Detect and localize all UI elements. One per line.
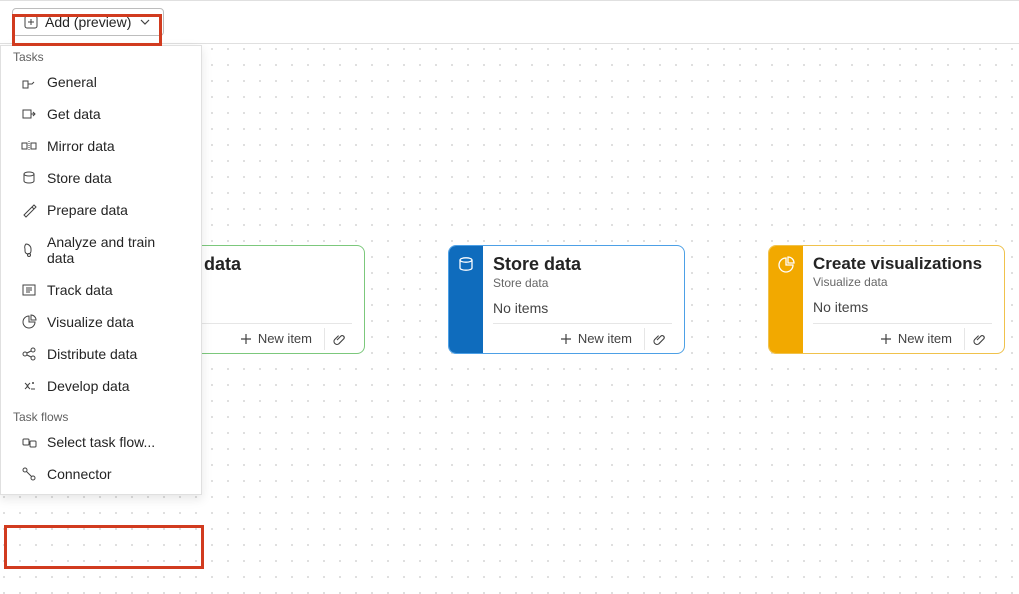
dropdown-section-task-flows: Task flows <box>1 406 201 426</box>
menu-item-get-data[interactable]: Get data <box>1 98 201 130</box>
distribute-icon <box>21 346 37 362</box>
visualize-icon <box>21 314 37 330</box>
new-item-button-visualize[interactable]: New item <box>880 331 952 346</box>
menu-item-connector[interactable]: Connector <box>1 458 201 490</box>
menu-item-label: Visualize data <box>47 314 134 330</box>
menu-item-label: Mirror data <box>47 138 115 154</box>
menu-item-label: Get data <box>47 106 101 122</box>
card-title-visualize: Create visualizations <box>813 254 992 274</box>
menu-item-label: Track data <box>47 282 113 298</box>
menu-item-analyze-train[interactable]: Analyze and train data <box>1 226 201 274</box>
dropdown-section-tasks: Tasks <box>1 46 201 66</box>
analyze-icon <box>21 242 37 258</box>
menu-item-general[interactable]: General <box>1 66 201 98</box>
new-item-button-store[interactable]: New item <box>560 331 632 346</box>
card-store-data[interactable]: Store data Store data No items New item <box>448 245 685 354</box>
menu-item-label: Store data <box>47 170 112 186</box>
card-footer-visualize: New item <box>813 323 992 353</box>
add-dropdown-menu: Tasks General Get data Mirror data Store… <box>0 45 202 495</box>
connector-icon <box>21 466 37 482</box>
menu-item-label: Analyze and train data <box>47 234 181 266</box>
menu-item-label: General <box>47 74 97 90</box>
menu-item-develop-data[interactable]: Develop data <box>1 370 201 402</box>
card-title-store: Store data <box>493 254 672 275</box>
menu-item-label: Connector <box>47 466 112 482</box>
pie-chart-icon <box>777 256 795 274</box>
attach-icon[interactable] <box>964 328 986 350</box>
menu-item-label: Distribute data <box>47 346 137 362</box>
menu-item-label: Develop data <box>47 378 130 394</box>
menu-item-distribute-data[interactable]: Distribute data <box>1 338 201 370</box>
menu-item-prepare-data[interactable]: Prepare data <box>1 194 201 226</box>
track-data-icon <box>21 282 37 298</box>
card-sub-visualize: Visualize data <box>813 275 992 289</box>
general-icon <box>21 74 37 90</box>
add-button[interactable]: Add (preview) <box>12 8 164 36</box>
get-data-icon <box>21 106 37 122</box>
card-status-visualize: No items <box>813 299 992 315</box>
menu-item-store-data[interactable]: Store data <box>1 162 201 194</box>
chevron-down-icon <box>137 14 153 30</box>
plus-icon <box>880 333 892 345</box>
attach-icon[interactable] <box>644 328 666 350</box>
card-status-store: No items <box>493 300 672 316</box>
prepare-data-icon <box>21 202 37 218</box>
card-create-visualizations[interactable]: Create visualizations Visualize data No … <box>768 245 1005 354</box>
menu-item-label: Prepare data <box>47 202 128 218</box>
menu-item-mirror-data[interactable]: Mirror data <box>1 130 201 162</box>
database-icon <box>457 256 475 274</box>
card-footer-store: New item <box>493 323 672 353</box>
new-item-label: New item <box>578 331 632 346</box>
add-button-label: Add (preview) <box>45 14 131 30</box>
top-toolbar: Add (preview) <box>0 0 1019 44</box>
store-data-icon <box>21 170 37 186</box>
develop-icon <box>21 378 37 394</box>
plus-icon <box>23 14 39 30</box>
new-item-label: New item <box>898 331 952 346</box>
new-item-button-collect[interactable]: New item <box>240 331 312 346</box>
task-flow-icon <box>21 434 37 450</box>
card-body-visualize: Create visualizations Visualize data No … <box>803 246 1004 353</box>
new-item-label: New item <box>258 331 312 346</box>
menu-item-label: Select task flow... <box>47 434 155 450</box>
attach-icon[interactable] <box>324 328 346 350</box>
card-sub-store: Store data <box>493 276 672 290</box>
card-body-store: Store data Store data No items New item <box>483 246 684 353</box>
card-accent-visualize <box>769 246 803 353</box>
menu-item-select-task-flow[interactable]: Select task flow... <box>1 426 201 458</box>
menu-item-visualize-data[interactable]: Visualize data <box>1 306 201 338</box>
mirror-data-icon <box>21 138 37 154</box>
plus-icon <box>240 333 252 345</box>
plus-icon <box>560 333 572 345</box>
card-accent-store <box>449 246 483 353</box>
menu-item-track-data[interactable]: Track data <box>1 274 201 306</box>
